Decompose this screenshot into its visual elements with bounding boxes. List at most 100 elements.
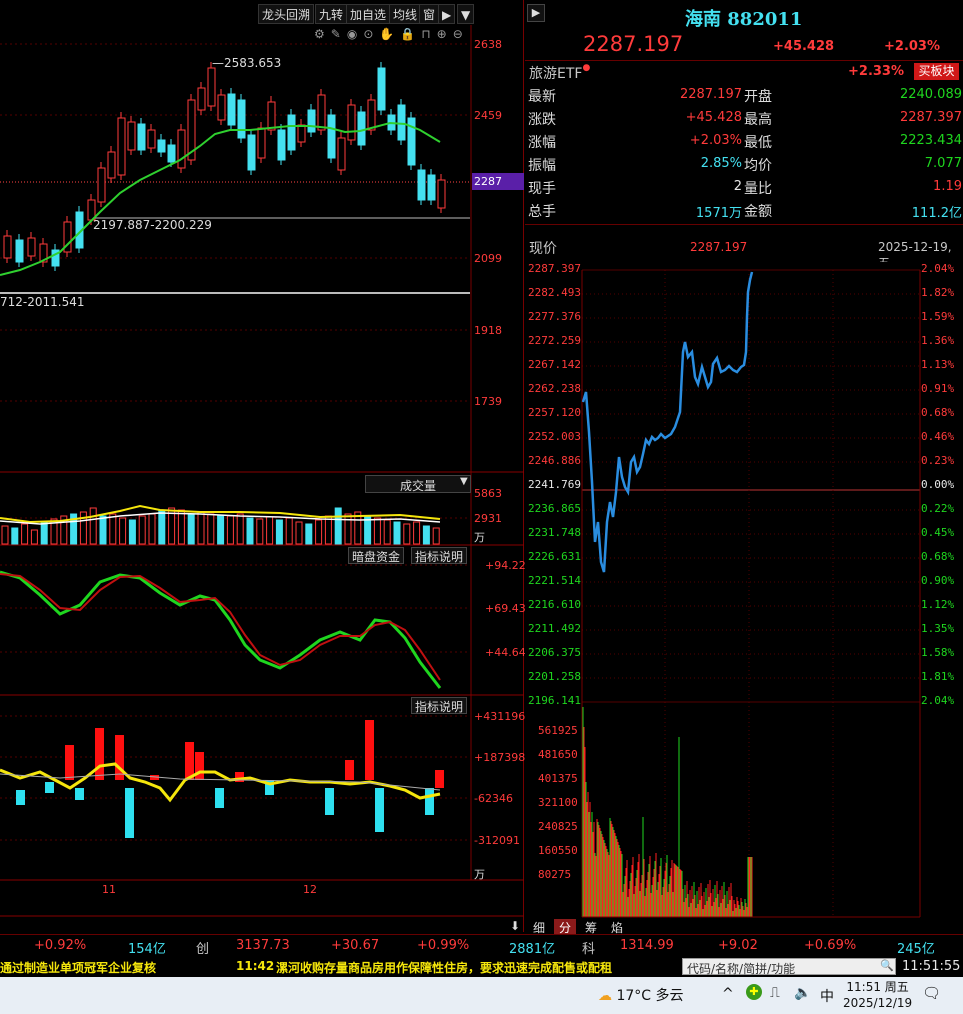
volume-bar [236, 513, 244, 545]
volume-bar [177, 509, 185, 545]
candle-body [277, 129, 286, 161]
etf-label: 旅游ETF [529, 66, 583, 82]
volume-bar [217, 515, 225, 545]
flow-bar [365, 720, 374, 780]
volume-bar [393, 521, 401, 545]
flow-axis-1: +187398 [474, 751, 526, 764]
intraday-volume-label: 80275 [538, 868, 572, 881]
stat-label: 量比 [744, 181, 772, 197]
idx2-pct: +0.99% [417, 938, 470, 953]
stat-value: 2.85% [700, 156, 742, 171]
high-label: —2583.653 [212, 56, 282, 70]
candle-body [3, 235, 12, 259]
tab-minute[interactable]: 分 [554, 919, 576, 935]
candle-body [197, 87, 206, 111]
idx3-name[interactable]: 科 [582, 938, 595, 957]
candle-body [127, 121, 136, 151]
flow-axis-0: +431196 [474, 710, 526, 723]
weather-widget[interactable]: ☁ 17°C 多云 [598, 985, 684, 1005]
news-left[interactable]: 通过制造业单项冠军企业复核 [0, 959, 156, 976]
current-price-tag: 2287 [474, 175, 502, 188]
flow-help-button[interactable]: 指标说明 [411, 697, 468, 714]
dark-pool-button[interactable]: 暗盘资金 [348, 547, 405, 564]
axis-price-0: 2638 [474, 38, 502, 51]
flow-bar [345, 760, 354, 780]
intraday-pct-label: 0.45% [921, 526, 955, 539]
volume-bar [99, 515, 107, 545]
intraday-pct-label: 1.82% [921, 286, 955, 299]
etf-link[interactable]: 旅游ETF● [529, 63, 590, 83]
notification-icon[interactable]: 🗨 [922, 984, 941, 1002]
stats-row: 最新 2287.197 开盘 2240.089 [528, 86, 962, 109]
ime-indicator[interactable]: 中 [820, 986, 834, 1006]
candle-body [167, 144, 176, 163]
idx2-change: +30.67 [331, 938, 380, 953]
app-tray-icon[interactable]: ✚ [746, 984, 762, 1000]
intraday-volume-label: 561925 [538, 724, 578, 737]
volume-bar [285, 517, 293, 545]
flow-bar [195, 752, 204, 780]
flow-bar [375, 788, 384, 832]
stat-label: 涨幅 [528, 135, 556, 151]
dark-help-button[interactable]: 指标说明 [411, 547, 468, 564]
intraday-pct-label: 2.04% [921, 262, 955, 275]
candle-body [337, 137, 346, 171]
intraday-price-label: 2282.493 [528, 286, 581, 299]
intraday-pct-label: 2.04% [921, 694, 955, 707]
low-label: 712-2011.541 [0, 295, 85, 309]
candle-body [397, 104, 406, 141]
volume-bar [40, 521, 48, 545]
candle-body [267, 101, 276, 131]
dark-axis-2: +44.64 [485, 646, 526, 659]
search-box[interactable]: 代码/名称/简拼/功能 🔍 [682, 958, 896, 976]
intraday-price-label: 2277.376 [528, 310, 581, 323]
tray-chevron-icon[interactable]: ^ [722, 986, 734, 1002]
stat-label: 最低 [744, 135, 772, 151]
intraday-tabs: 细 分 筹 焰 [526, 918, 963, 935]
etf-pct: +2.33% [848, 64, 904, 79]
intraday-pct-label: 0.68% [921, 406, 955, 419]
stock-title: 海南 882011 [685, 5, 802, 31]
candle-body [427, 174, 436, 201]
volume-bar [432, 527, 440, 545]
intraday-pct-label: 0.22% [921, 502, 955, 515]
intraday-svg[interactable] [525, 262, 963, 920]
idx2-name[interactable]: 创 [196, 938, 209, 957]
flow-bar [435, 770, 444, 788]
axis-price-4: 1918 [474, 324, 502, 337]
kline-svg[interactable] [0, 0, 524, 932]
intraday-volume-label: 240825 [538, 820, 578, 833]
intraday-pct-label: 1.81% [921, 670, 955, 683]
tab-flame[interactable]: 焰 [606, 919, 628, 935]
stat-value: 2223.434 [899, 133, 962, 148]
chevron-down-icon: ▼ [460, 476, 468, 487]
buy-block-button[interactable]: 买板块 [914, 63, 959, 80]
mid-label: 2197.887-2200.229 [93, 218, 212, 232]
news-text[interactable]: 漯河收购存量商品房用作保障性住房，要求迅速完成配售或配租 [276, 959, 612, 976]
candle-body [177, 129, 186, 169]
intraday-price-label: 2257.120 [528, 406, 581, 419]
intraday-price-label: 2226.631 [528, 550, 581, 563]
dark-axis-1: +69.43 [485, 602, 526, 615]
candle-body [367, 99, 376, 131]
volume-bar [207, 513, 215, 545]
candle-body [247, 134, 256, 171]
candle-body [437, 179, 446, 209]
taskbar-clock[interactable]: 11:51 周五 2025/12/19 [843, 979, 912, 1011]
intraday-price-label: 2241.769 [528, 478, 581, 491]
idx3-amount: 245亿 [897, 942, 935, 957]
download-icon[interactable]: ⬇ [510, 919, 520, 933]
network-icon[interactable]: ⎍ [770, 985, 780, 1001]
intraday-pct-label: 1.36% [921, 334, 955, 347]
volume-bar [119, 517, 127, 545]
tab-chips[interactable]: 筹 [580, 919, 602, 935]
tab-detail[interactable]: 细 [528, 919, 550, 935]
volume-icon[interactable]: 🔈 [794, 985, 811, 1001]
intraday-price-label: 2287.397 [528, 262, 581, 275]
intraday-price-label: 2216.610 [528, 598, 581, 611]
volume-dropdown[interactable]: 成交量 ▼ [365, 475, 471, 493]
stat-value: 2240.089 [899, 87, 962, 102]
volume-dropdown-label: 成交量 [400, 479, 437, 493]
collapse-icon[interactable]: ▶ [527, 4, 545, 22]
vol-axis-unit: 万 [474, 531, 485, 544]
